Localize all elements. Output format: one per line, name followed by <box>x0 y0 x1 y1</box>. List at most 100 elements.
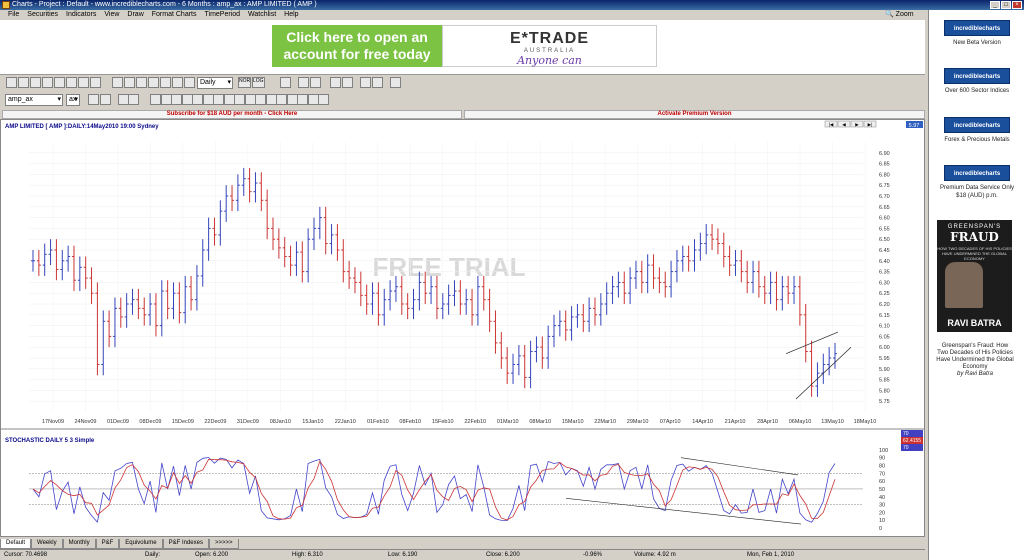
security-select[interactable]: amp_ax <box>5 94 63 106</box>
draw-tool-11[interactable] <box>255 94 266 105</box>
sidebar-button[interactable]: incrediblecharts <box>944 165 1010 181</box>
menu-draw[interactable]: Draw <box>127 10 143 20</box>
draw-tool-10[interactable] <box>244 94 256 105</box>
draw-tool-1[interactable] <box>150 94 161 105</box>
tool-button-4[interactable] <box>330 77 341 88</box>
price-y-tick-label: 6.90 <box>879 151 890 157</box>
nav-button-4[interactable] <box>128 94 139 105</box>
tool-button-8[interactable] <box>390 77 401 88</box>
price-y-tick-label: 6.00 <box>879 345 890 351</box>
sidebar-item-beta[interactable]: incrediblecharts New Beta Version <box>939 20 1015 47</box>
draw-tool-14[interactable] <box>286 94 298 105</box>
toolbar-button-4[interactable] <box>42 77 53 88</box>
draw-tool-6[interactable] <box>202 94 214 105</box>
chart-type-button-5[interactable] <box>160 77 171 88</box>
toolbar-button-2[interactable] <box>18 77 29 88</box>
sidebar-item-forex[interactable]: incrediblecharts Forex & Precious Metals <box>939 117 1015 144</box>
menu-watchlist[interactable]: Watchlist <box>248 10 276 20</box>
draw-tool-13[interactable] <box>276 94 287 105</box>
toolbar-button-8[interactable] <box>90 77 101 88</box>
period-select[interactable]: Daily <box>197 77 233 89</box>
price-x-tick-label: 14Apr10 <box>692 419 713 425</box>
tool-button-2[interactable] <box>298 77 309 88</box>
stochastic-title: STOCHASTIC DAILY 5 3 Simple <box>5 438 95 444</box>
sidebar-button[interactable]: incrediblecharts <box>944 20 1010 36</box>
app-icon <box>2 1 10 9</box>
stoch-y-tick-label: 90 <box>879 456 885 462</box>
draw-tool-16[interactable] <box>307 94 319 105</box>
subscribe-banner[interactable]: Subscribe for $18 AUD per month - Click … <box>2 110 462 119</box>
price-x-tick-label: 22Feb10 <box>464 419 486 425</box>
menu-format-charts[interactable]: Format Charts <box>152 10 197 20</box>
tab-pf[interactable]: P&F <box>95 539 120 549</box>
nav-button-1[interactable] <box>88 94 99 105</box>
menu-help[interactable]: Help <box>284 10 298 20</box>
tab-equivolume[interactable]: Equivolume <box>119 539 163 549</box>
toolbar-button-1[interactable] <box>6 77 17 88</box>
chart-type-button-6[interactable] <box>172 77 183 88</box>
log-button[interactable]: LOG <box>252 77 265 88</box>
toolbar-button-3[interactable] <box>30 77 41 88</box>
draw-tool-17[interactable] <box>318 94 329 105</box>
toolbar-button-6[interactable] <box>66 77 77 88</box>
draw-tool-4[interactable] <box>181 94 193 105</box>
open-account-ad[interactable]: Click here to open an account for free t… <box>272 25 442 67</box>
tab-more[interactable]: >>>>> <box>208 539 239 549</box>
zoom-button[interactable]: 🔍 Zoom <box>885 10 914 20</box>
tool-button-1[interactable] <box>280 77 291 88</box>
tab-pf-indexes[interactable]: P&F Indexes <box>162 539 209 549</box>
draw-tool-12[interactable] <box>265 94 277 105</box>
menu-securities[interactable]: Securities <box>27 10 58 20</box>
sidebar-item-sectors[interactable]: incrediblecharts Over 600 Sector Indices <box>939 68 1015 95</box>
draw-tool-8[interactable] <box>223 94 235 105</box>
stoch-y-tick-label: 20 <box>879 510 885 516</box>
price-x-tick-label: 15Jan10 <box>302 419 323 425</box>
sidebar-button[interactable]: incrediblecharts <box>944 117 1010 133</box>
minimize-button[interactable]: _ <box>990 1 1000 9</box>
tab-weekly[interactable]: Weekly <box>31 539 63 549</box>
tool-button-3[interactable] <box>310 77 321 88</box>
draw-tool-15[interactable] <box>297 94 308 105</box>
close-button[interactable]: × <box>1012 1 1022 9</box>
price-y-tick-label: 6.75 <box>879 183 890 189</box>
draw-tool-3[interactable] <box>171 94 182 105</box>
price-x-tick-label: 08Feb10 <box>399 419 421 425</box>
book-cover[interactable]: GREENSPAN'S FRAUD HOW TWO DECADES OF HIS… <box>937 220 1012 332</box>
menu-view[interactable]: View <box>104 10 119 20</box>
menu-file[interactable]: File <box>8 10 19 20</box>
premium-banner[interactable]: Activate Premium Version <box>464 110 925 119</box>
maximize-button[interactable]: □ <box>1001 1 1011 9</box>
draw-tool-9[interactable] <box>234 94 245 105</box>
menu-timeperiod[interactable]: TimePeriod <box>205 10 241 20</box>
sidebar-item-premium[interactable]: incrediblecharts Premium Data Service On… <box>939 165 1015 200</box>
stoch-y-tick-label: 10 <box>879 518 885 524</box>
chart-type-button-2[interactable] <box>124 77 135 88</box>
chart-type-button-3[interactable] <box>136 77 147 88</box>
price-x-tick-label: 22Jan10 <box>335 419 356 425</box>
tool-button-6[interactable] <box>360 77 371 88</box>
stoch-y-tick-label: 60 <box>879 479 885 485</box>
menu-indicators[interactable]: Indicators <box>66 10 96 20</box>
book-caption-text: Greenspan's Fraud: How Two Decades of Hi… <box>936 343 1014 370</box>
nav-button-2[interactable] <box>100 94 111 105</box>
status-open: Open: 6.200 <box>195 552 229 558</box>
status-period: Daily: <box>145 552 161 558</box>
price-x-tick-label: 01Mar10 <box>497 419 519 425</box>
chart-type-button-4[interactable] <box>148 77 159 88</box>
toolbar-button-5[interactable] <box>54 77 65 88</box>
price-y-tick-label: 6.65 <box>879 205 890 211</box>
tool-button-7[interactable] <box>372 77 383 88</box>
draw-tool-5[interactable] <box>192 94 203 105</box>
chart-type-button-7[interactable] <box>184 77 195 88</box>
tab-monthly[interactable]: Monthly <box>62 539 96 549</box>
toolbar-button-7[interactable] <box>78 77 89 88</box>
tab-default[interactable]: Default <box>0 539 32 549</box>
exchange-select[interactable]: ax <box>66 94 80 106</box>
etrade-ad[interactable]: E*TRADE AUSTRALIA Anyone can <box>442 25 657 67</box>
chart-type-button-1[interactable] <box>112 77 123 88</box>
draw-tool-7[interactable] <box>213 94 224 105</box>
draw-tool-2[interactable] <box>160 94 172 105</box>
tool-button-5[interactable] <box>342 77 353 88</box>
nor-button[interactable]: NOR <box>238 77 251 88</box>
sidebar-button[interactable]: incrediblecharts <box>944 68 1010 84</box>
